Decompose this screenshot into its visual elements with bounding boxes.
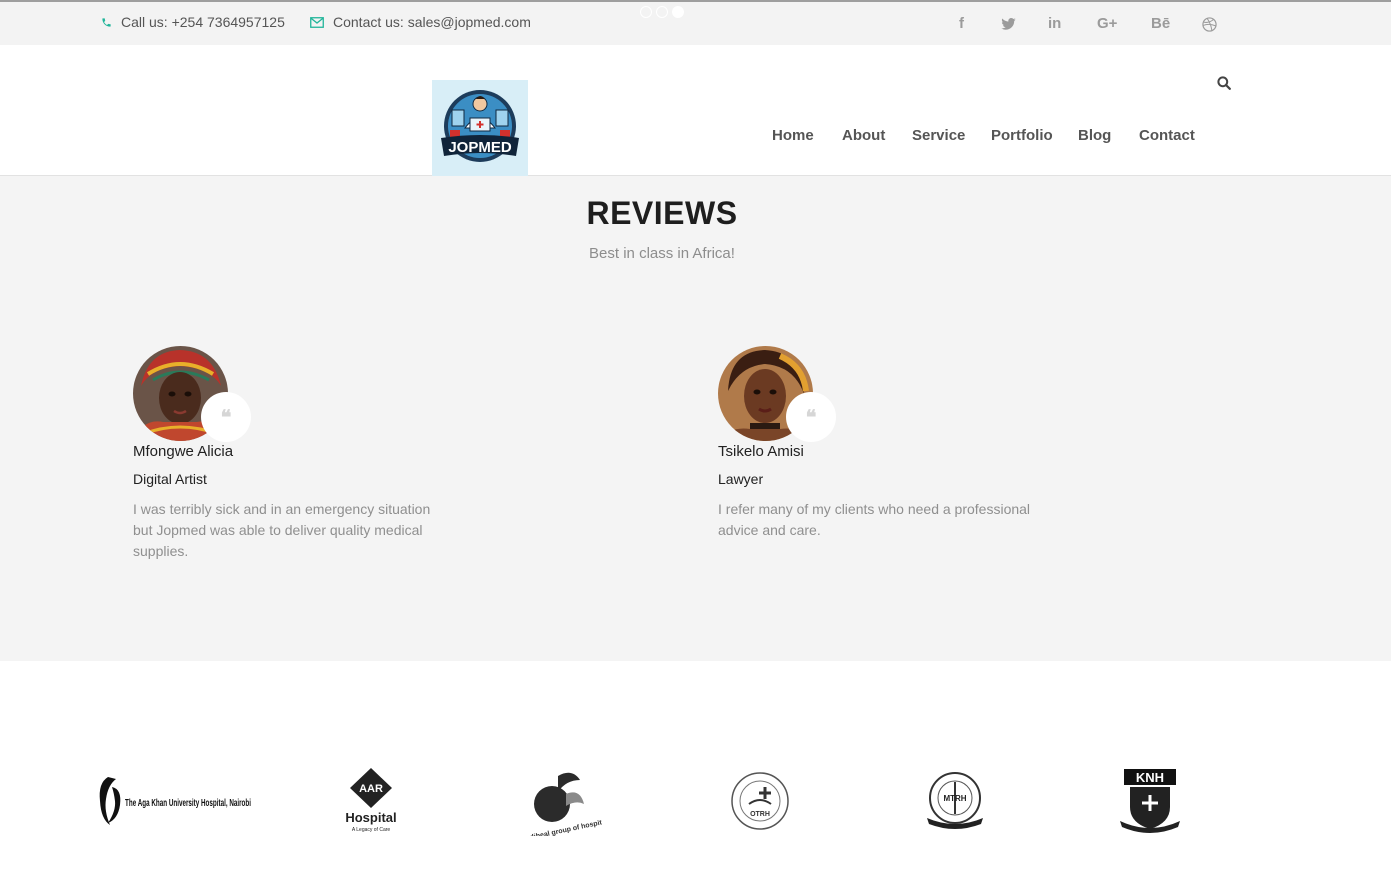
partner-name: OTRH bbox=[750, 811, 770, 818]
review-text: I was terribly sick and in an emergency … bbox=[133, 501, 431, 559]
partner-logo-aar[interactable]: AAR Hospital A Legacy of Care bbox=[340, 766, 402, 836]
search-icon[interactable] bbox=[1217, 76, 1231, 90]
partner-logo-knh[interactable]: KNH bbox=[1116, 766, 1184, 836]
partner-logo-otrh[interactable]: OTRH bbox=[729, 766, 791, 836]
nav-service[interactable]: Service bbox=[912, 127, 965, 144]
slider-dot[interactable] bbox=[656, 6, 668, 18]
reviewer-role: Digital Artist bbox=[133, 471, 207, 487]
site-logo[interactable]: JOPMED bbox=[432, 80, 528, 176]
section-subtitle: Best in class in Africa! bbox=[589, 245, 735, 262]
nav-home[interactable]: Home bbox=[772, 127, 814, 144]
partners-section: The Aga Khan University Hospital, Nairob… bbox=[0, 661, 1391, 877]
partner-name: mediheal group of hospitals bbox=[528, 817, 602, 836]
quote-icon: ❝ bbox=[201, 392, 251, 442]
slider-dot[interactable] bbox=[640, 6, 652, 18]
google-plus-icon[interactable]: G+ bbox=[1097, 15, 1117, 32]
quote-icon: ❝ bbox=[786, 392, 836, 442]
nav-about[interactable]: About bbox=[842, 127, 885, 144]
nav-blog[interactable]: Blog bbox=[1078, 127, 1111, 144]
partner-name: The Aga Khan University Hospital, Nairob… bbox=[125, 797, 251, 809]
phone-contact[interactable]: Call us: +254 7364957125 bbox=[101, 14, 285, 30]
slider-dot-active[interactable] bbox=[672, 6, 684, 18]
partner-logo-mediheal[interactable]: mediheal group of hospitals bbox=[528, 766, 602, 836]
envelope-icon bbox=[310, 16, 324, 28]
linkedin-icon[interactable]: in bbox=[1048, 15, 1061, 32]
reviews-section: REVIEWS Best in class in Africa! ❝ Mfong… bbox=[0, 176, 1391, 661]
reviewer-role: Lawyer bbox=[718, 471, 764, 487]
reviewer-name: Tsikelo Amisi bbox=[718, 443, 804, 460]
slider-dots bbox=[640, 6, 684, 18]
reviewer-name: Mfongwe Alicia bbox=[133, 443, 234, 460]
partner-logo-mtrh[interactable]: MTRH bbox=[923, 766, 987, 836]
logo-text: JOPMED bbox=[448, 139, 512, 156]
aar-text: AAR bbox=[359, 783, 383, 795]
section-title: REVIEWS bbox=[586, 195, 738, 231]
email-contact[interactable]: Contact us: sales@jopmed.com bbox=[310, 14, 531, 30]
facebook-icon[interactable]: f bbox=[959, 15, 964, 32]
partner-name: KNH bbox=[1136, 770, 1164, 785]
nav-contact[interactable]: Contact bbox=[1139, 127, 1195, 144]
dribbble-icon[interactable] bbox=[1202, 17, 1217, 36]
partner-logo-aga-khan[interactable]: The Aga Khan University Hospital, Nairob… bbox=[96, 766, 256, 836]
aar-hospital-text: Hospital bbox=[345, 810, 396, 825]
behance-icon[interactable]: Bē bbox=[1151, 15, 1170, 32]
aar-tagline: A Legacy of Care bbox=[352, 827, 391, 833]
email-text: Contact us: sales@jopmed.com bbox=[333, 14, 531, 30]
top-bar: Call us: +254 7364957125 Contact us: sal… bbox=[0, 0, 1391, 45]
twitter-icon[interactable] bbox=[1001, 17, 1016, 34]
site-header: JOPMED Home About Service Portfolio Blog… bbox=[0, 45, 1391, 176]
phone-icon bbox=[102, 17, 111, 27]
phone-text: Call us: +254 7364957125 bbox=[121, 14, 285, 30]
review-text: I refer many of my clients who need a pr… bbox=[718, 501, 1031, 538]
partner-name: MTRH bbox=[943, 794, 966, 803]
nav-portfolio[interactable]: Portfolio bbox=[991, 127, 1053, 144]
